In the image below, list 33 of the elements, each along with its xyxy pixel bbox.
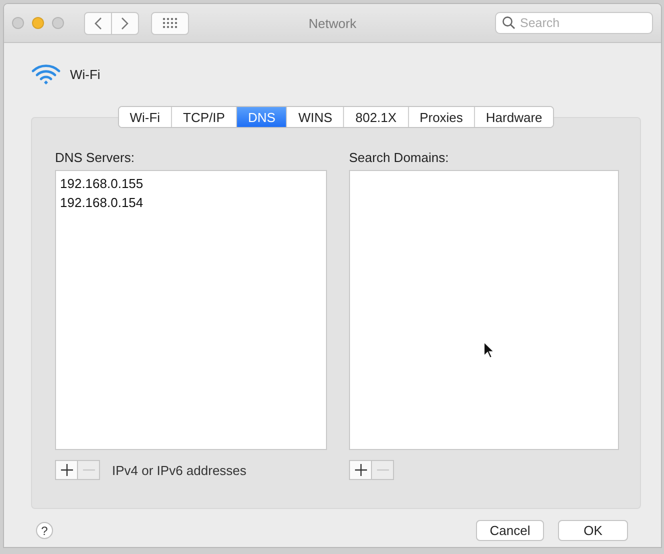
- add-button[interactable]: [55, 460, 78, 480]
- list-item[interactable]: 192.168.0.154: [60, 193, 322, 212]
- minus-icon: [376, 469, 388, 471]
- window-control[interactable]: [32, 17, 44, 29]
- cancel-button[interactable]: Cancel: [476, 520, 544, 541]
- help-button[interactable]: ?: [36, 522, 53, 539]
- chevron-right-icon: [121, 16, 129, 30]
- dns-server-list[interactable]: 192.168.0.155 192.168.0.154: [55, 170, 327, 450]
- window-control[interactable]: [12, 17, 24, 29]
- search-domain-list[interactable]: [349, 170, 619, 450]
- forward-button[interactable]: [111, 12, 139, 34]
- list-label: DNS Servers:: [55, 150, 136, 165]
- tab[interactable]: Hardware: [474, 107, 554, 127]
- show-all-button[interactable]: [151, 12, 189, 34]
- window-title: Network: [308, 16, 356, 30]
- service-name: Wi-Fi: [70, 66, 100, 82]
- plus-icon: [60, 464, 72, 476]
- grid-icon: [163, 18, 177, 28]
- minus-icon: [82, 469, 94, 471]
- list-label: Search Domains:: [349, 150, 450, 165]
- tab[interactable]: DNS: [236, 107, 286, 127]
- window-control[interactable]: [52, 17, 64, 29]
- hint-text: IPv4 or IPv6 addresses: [112, 462, 246, 478]
- ok-button[interactable]: OK: [558, 520, 628, 541]
- wifi-icon: [31, 63, 61, 85]
- plus-icon: [354, 464, 366, 476]
- add-button[interactable]: [349, 460, 372, 480]
- search-field[interactable]: Search: [495, 12, 653, 34]
- cursor-icon: [483, 341, 494, 359]
- chevron-left-icon: [94, 16, 102, 30]
- search-icon: [502, 16, 515, 29]
- list-item[interactable]: 192.168.0.155: [60, 174, 322, 193]
- back-button[interactable]: [84, 12, 112, 34]
